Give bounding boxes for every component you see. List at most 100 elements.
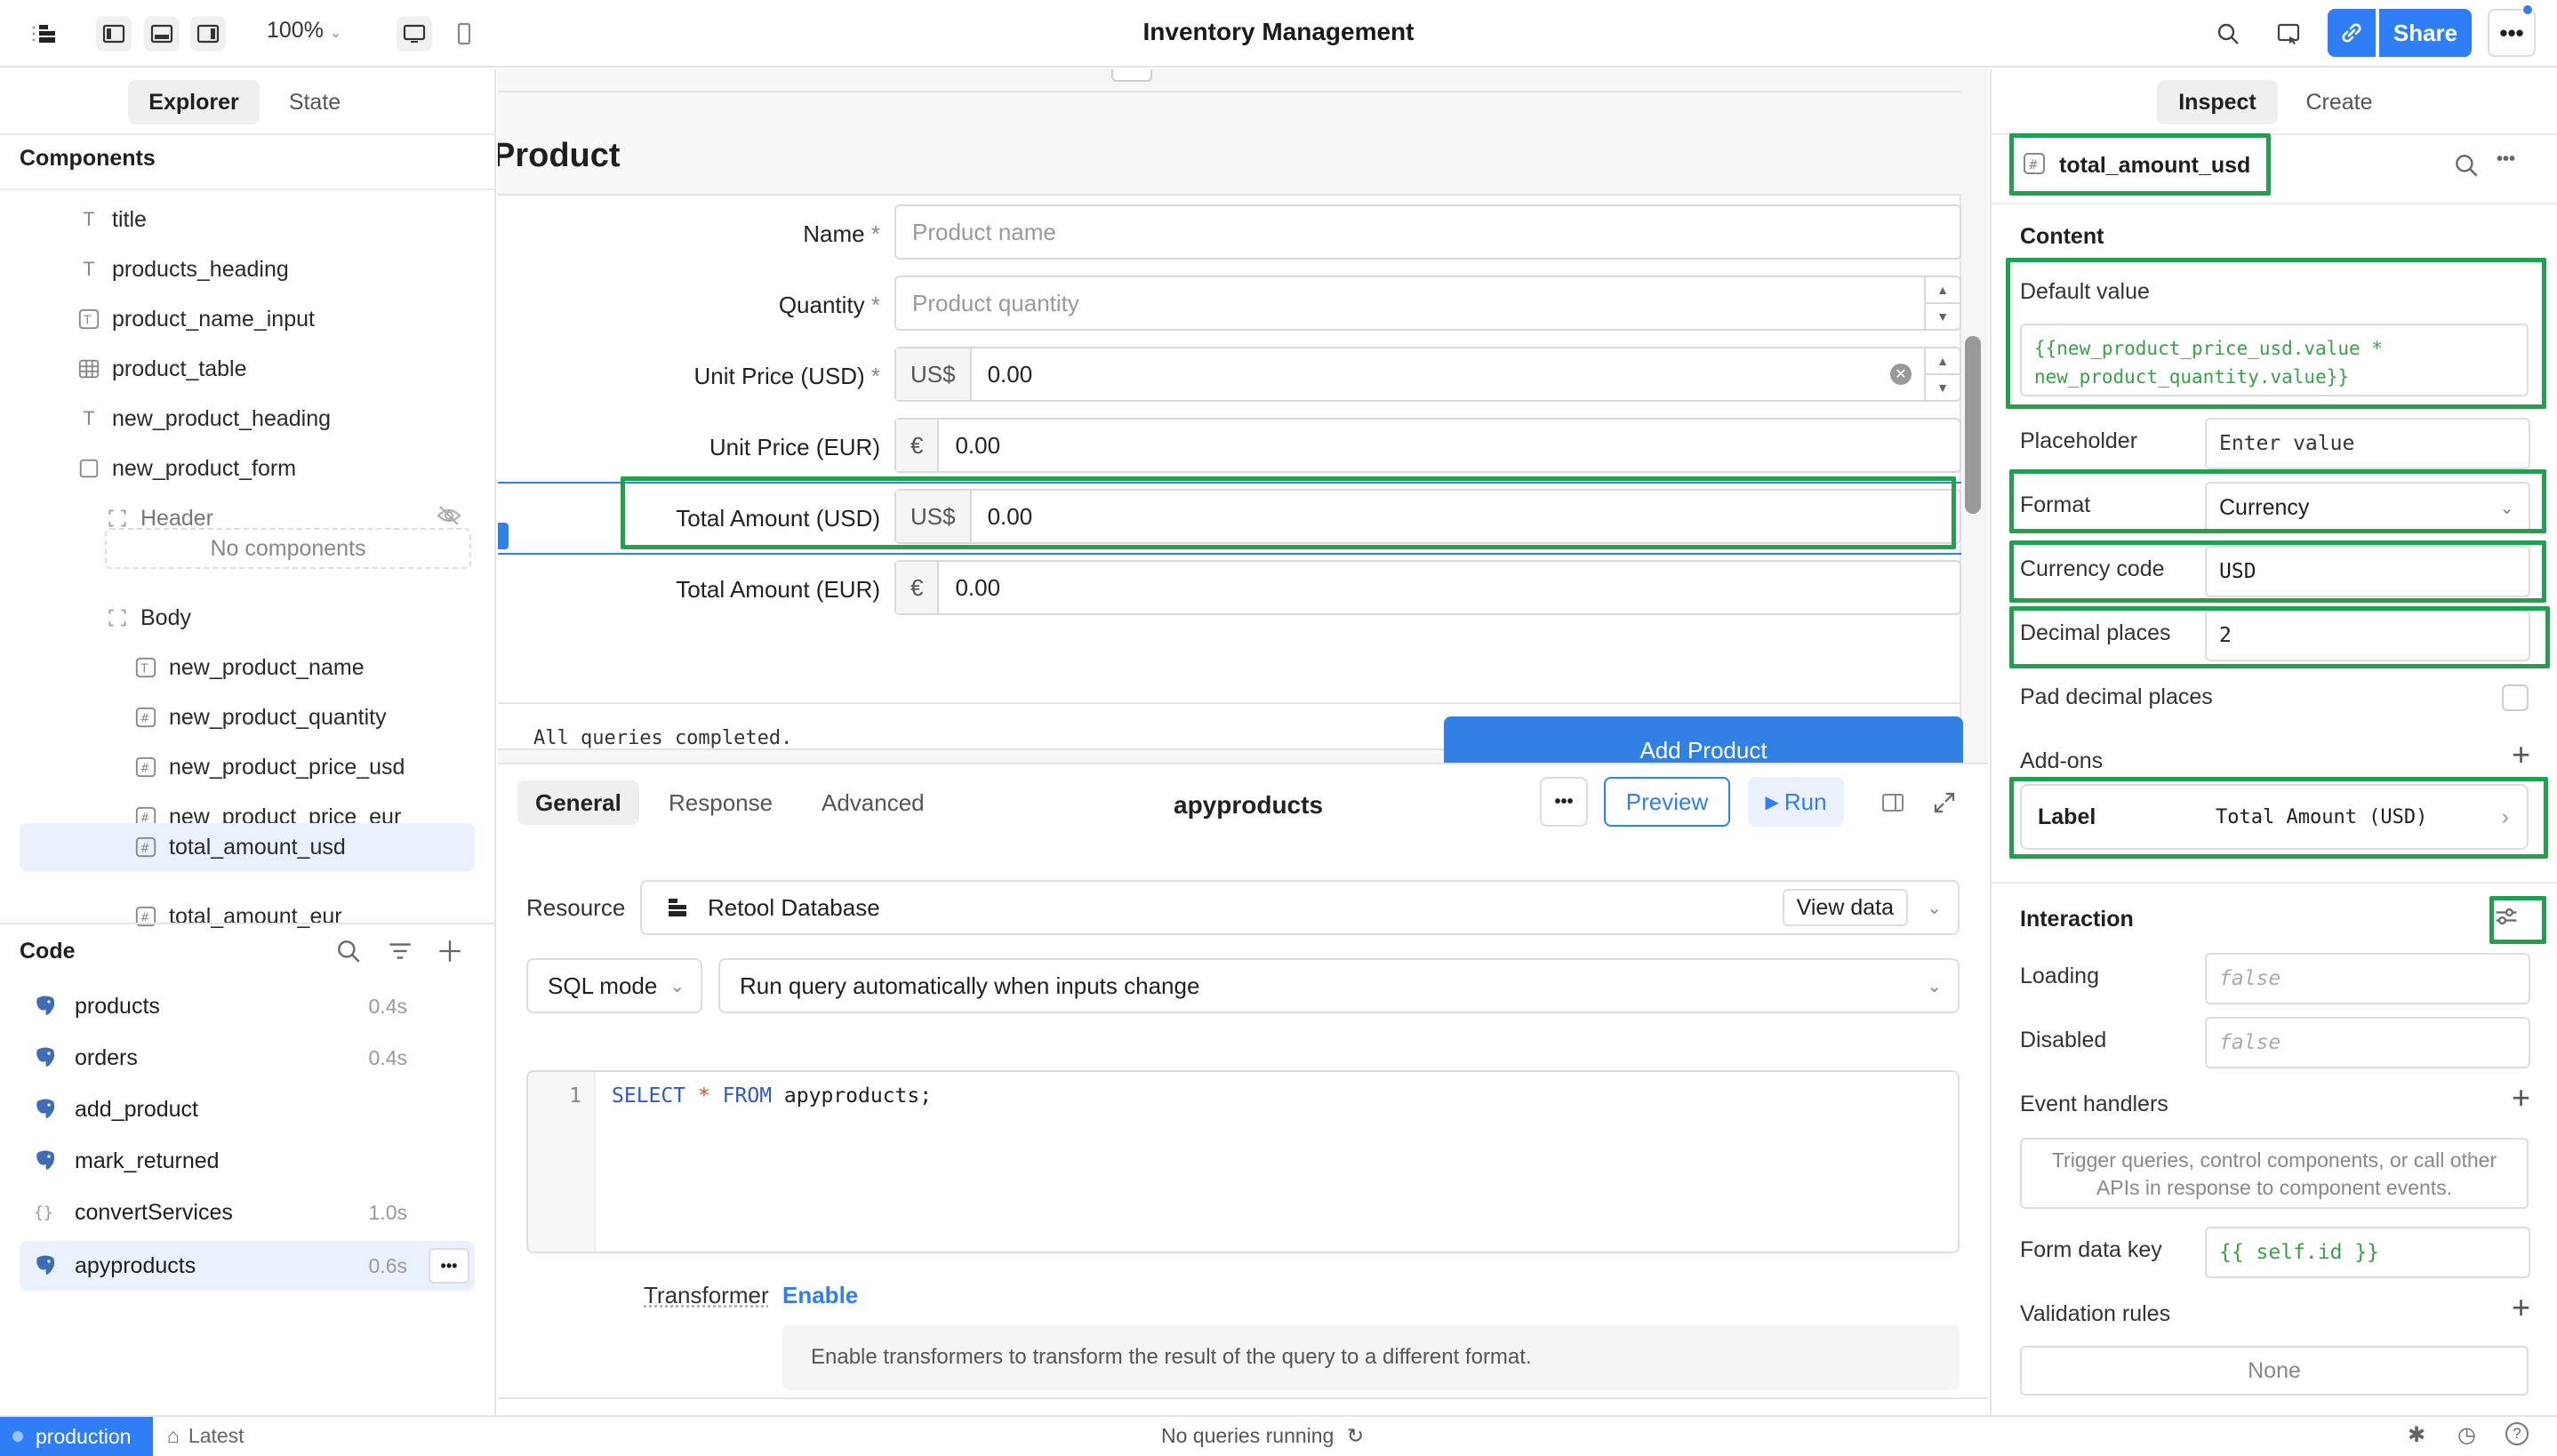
query-more-button[interactable]: •••: [429, 1248, 469, 1284]
search-icon[interactable]: [2210, 16, 2246, 52]
tab-state[interactable]: State: [267, 80, 363, 124]
frame-icon: [105, 506, 130, 531]
quantity-input[interactable]: Product quantity ▲ ▼: [894, 276, 1961, 331]
event-handlers-empty[interactable]: Trigger queries, control components, or …: [2020, 1138, 2529, 1209]
tree-item-label: total_amount_usd: [169, 834, 346, 860]
decimal-places-input[interactable]: 2: [2205, 610, 2530, 661]
transformer-enable-link[interactable]: Enable: [782, 1282, 858, 1309]
retool-logo-icon[interactable]: [12, 16, 75, 52]
form-data-key-input[interactable]: {{ self.id }}: [2205, 1227, 2530, 1278]
query-item-apyproducts[interactable]: apyproducts 0.6s •••: [20, 1241, 475, 1291]
loading-input[interactable]: false: [2205, 953, 2530, 1004]
loading-label: Loading: [2020, 964, 2099, 988]
chevron-down-icon[interactable]: ▼: [1926, 304, 1960, 329]
run-button[interactable]: ▶ Run: [1748, 777, 1844, 827]
unit-price-eur-input[interactable]: €0.00: [894, 418, 1961, 473]
tree-item-new-product-heading[interactable]: Tnew_product_heading: [76, 398, 331, 439]
clear-icon[interactable]: ✕: [1890, 364, 1912, 385]
expand-icon[interactable]: [1931, 789, 1958, 820]
query-item-convert-services[interactable]: {} convertServices 1.0s: [20, 1189, 475, 1236]
tree-item-product-table[interactable]: product_table: [76, 348, 247, 389]
tab-advanced[interactable]: Advanced: [804, 780, 942, 825]
unit-price-usd-input[interactable]: US$ 0.00 ✕ ▲ ▼: [894, 347, 1961, 402]
query-item-products[interactable]: products 0.4s: [20, 983, 475, 1029]
addon-label-row[interactable]: Label Total Amount (USD) ›: [2020, 784, 2529, 850]
share-button[interactable]: Share: [2379, 9, 2472, 57]
mobile-view-icon[interactable]: [446, 16, 482, 52]
sql-mode-select[interactable]: SQL mode ⌄: [526, 958, 702, 1013]
query-item-mark-returned[interactable]: mark_returned: [20, 1138, 475, 1184]
add-addon-icon[interactable]: +: [2512, 736, 2530, 773]
chevron-down-icon[interactable]: ▼: [1926, 375, 1960, 400]
chevron-up-icon[interactable]: ▲: [1926, 348, 1960, 375]
preview-button[interactable]: Preview: [1604, 777, 1730, 827]
number-input-icon: #: [2022, 151, 2048, 178]
view-data-button[interactable]: View data: [1782, 889, 1908, 926]
resource-select[interactable]: Retool Database View data ⌄: [640, 880, 1960, 935]
pad-decimal-checkbox[interactable]: [2502, 684, 2529, 711]
play-icon: ▶: [1765, 792, 1779, 812]
add-query-icon[interactable]: [436, 937, 464, 970]
filter-icon[interactable]: [386, 937, 414, 970]
copy-link-button[interactable]: [2328, 9, 2376, 57]
unit-price-stepper[interactable]: ▲ ▼: [1924, 348, 1960, 400]
search-icon[interactable]: [334, 937, 363, 970]
total-amount-eur-label: Total Amount (EUR): [676, 576, 880, 603]
format-select[interactable]: Currency ⌄: [2205, 482, 2530, 533]
tab-inspect[interactable]: Inspect: [2157, 80, 2278, 124]
history-icon[interactable]: ◷: [2457, 1422, 2476, 1448]
name-input[interactable]: Product name: [894, 204, 1961, 260]
add-event-handler-icon[interactable]: +: [2512, 1079, 2530, 1116]
tree-item-title[interactable]: Ttitle: [76, 199, 147, 240]
component-name[interactable]: total_amount_usd: [2059, 153, 2250, 179]
search-icon[interactable]: [2452, 151, 2481, 184]
tree-item-products-heading[interactable]: Tproducts_heading: [76, 249, 289, 290]
quantity-stepper[interactable]: ▲ ▼: [1924, 277, 1960, 329]
tree-item-body[interactable]: Body: [105, 597, 191, 638]
settings-sliders-icon[interactable]: [2491, 901, 2527, 937]
tab-general[interactable]: General: [517, 780, 639, 825]
validation-rules-value[interactable]: None: [2020, 1346, 2529, 1396]
query-item-add-product[interactable]: add_product: [20, 1086, 475, 1132]
tree-item-new-product-quantity[interactable]: # new_product_quantity: [133, 697, 387, 738]
toggle-left-panel-icon[interactable]: [96, 16, 132, 52]
chevron-up-icon[interactable]: ▲: [1926, 277, 1960, 304]
debug-bug-icon[interactable]: ✱: [2408, 1422, 2425, 1448]
query-item-orders[interactable]: orders 0.4s: [20, 1035, 475, 1081]
tab-create[interactable]: Create: [2285, 80, 2393, 124]
run-trigger-select[interactable]: Run query automatically when inputs chan…: [718, 958, 1960, 1013]
currency-code-input[interactable]: USD: [2205, 546, 2530, 597]
preview-app-icon[interactable]: [2271, 16, 2306, 52]
query-more-button[interactable]: •••: [1540, 777, 1588, 827]
toggle-bottom-panel-icon[interactable]: [144, 16, 180, 52]
tree-item-total-amount-eur[interactable]: # total_amount_eur: [133, 896, 342, 937]
query-name-title[interactable]: apyproducts: [1174, 791, 1323, 820]
more-options-button[interactable]: •••: [2488, 9, 2536, 57]
total-amount-eur-input[interactable]: €0.00: [894, 560, 1961, 615]
version-selector[interactable]: ⌂ Latest: [167, 1424, 244, 1448]
placeholder-input[interactable]: Enter value: [2205, 418, 2530, 469]
environment-selector[interactable]: production: [0, 1417, 153, 1456]
tree-item-new-product-price-usd[interactable]: # new_product_price_usd: [133, 747, 405, 788]
canvas-handle[interactable]: [1111, 69, 1152, 82]
tree-item-total-amount-usd[interactable]: # total_amount_usd: [20, 823, 475, 871]
disabled-input[interactable]: false: [2205, 1017, 2530, 1068]
add-validation-rule-icon[interactable]: +: [2512, 1289, 2530, 1326]
toggle-panel-icon[interactable]: [1880, 789, 1906, 820]
total-amount-usd-input[interactable]: US$ 0.00: [894, 489, 1961, 544]
toggle-right-panel-icon[interactable]: [190, 16, 226, 52]
tab-response[interactable]: Response: [651, 780, 790, 825]
zoom-selector[interactable]: 100% ⌄: [267, 18, 341, 44]
desktop-view-icon[interactable]: [397, 16, 432, 52]
tree-item-new-product-form[interactable]: new_product_form: [76, 448, 296, 489]
default-value-editor[interactable]: {{new_product_price_usd.value * new_prod…: [2020, 324, 2529, 396]
tab-explorer[interactable]: Explorer: [128, 80, 260, 124]
more-options-icon[interactable]: •••: [2497, 149, 2515, 170]
sql-code[interactable]: SELECT * FROM apyproducts;: [612, 1084, 932, 1108]
refresh-icon[interactable]: ↻: [1347, 1424, 1364, 1447]
sql-editor[interactable]: 1 SELECT * FROM apyproducts;: [526, 1070, 1960, 1253]
help-icon[interactable]: ?: [2505, 1422, 2529, 1445]
tree-item-product-name-input[interactable]: Tproduct_name_input: [76, 299, 315, 340]
canvas-scrollbar[interactable]: [1965, 336, 1981, 514]
tree-item-new-product-name[interactable]: Tnew_product_name: [133, 647, 365, 688]
